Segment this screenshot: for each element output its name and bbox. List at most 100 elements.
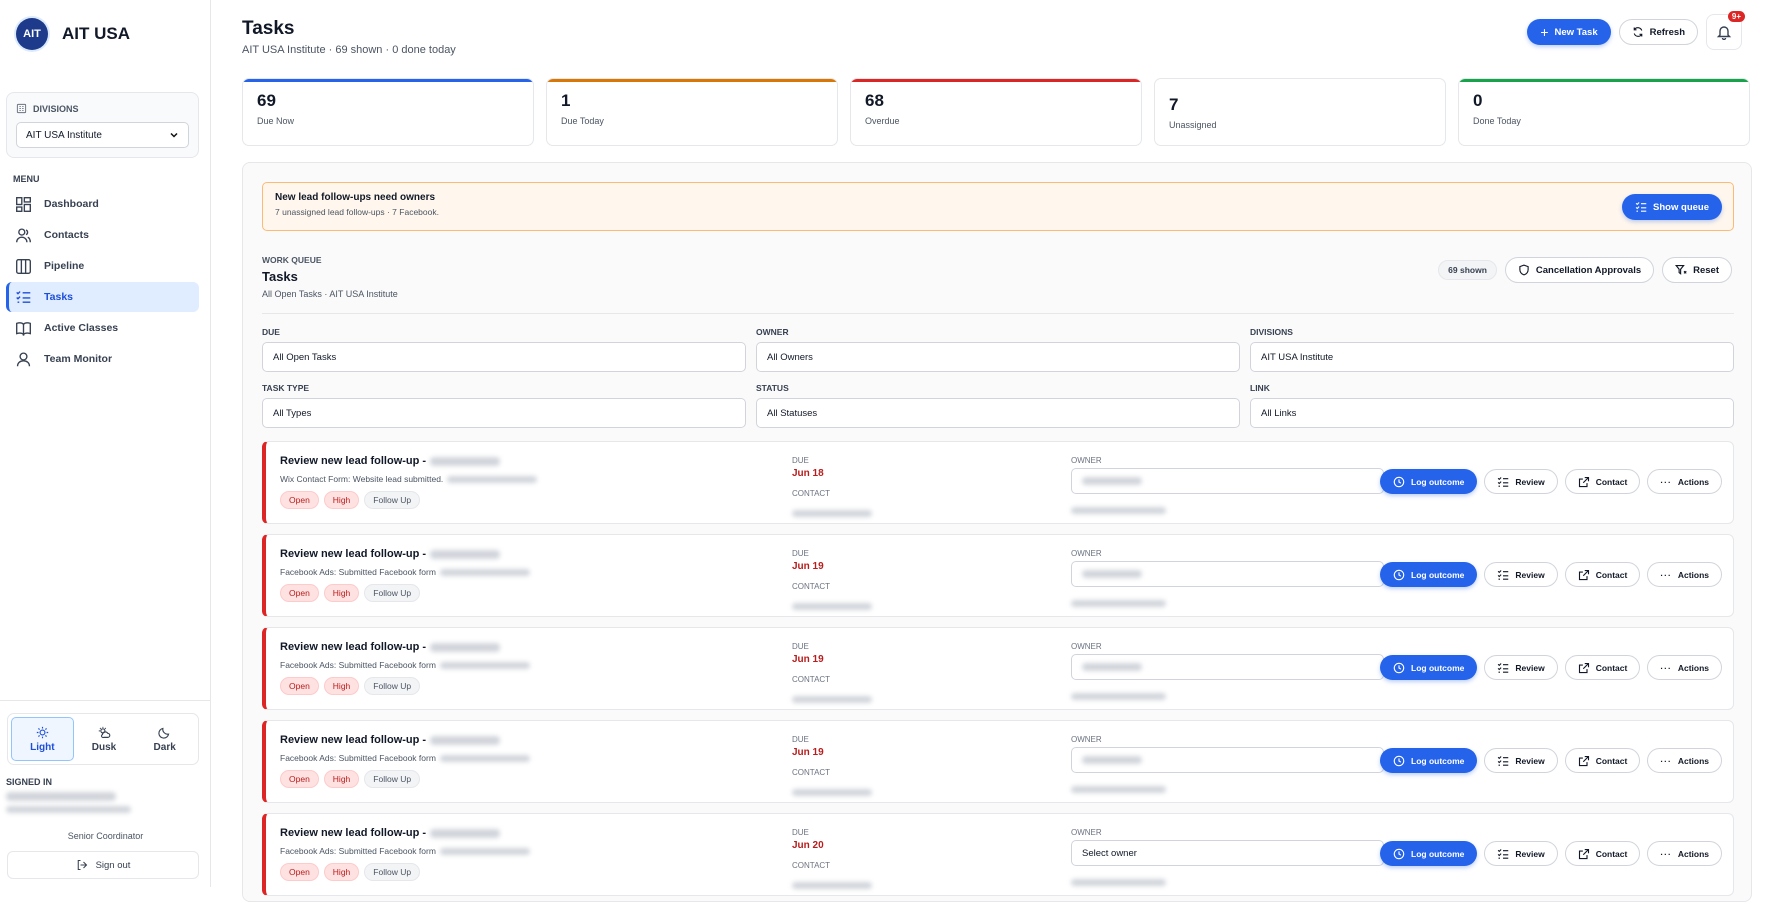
division-select[interactable]: AIT USA Institute (16, 122, 189, 148)
sidebar-item-pipeline[interactable]: Pipeline (6, 251, 199, 281)
contact-button-label: Contact (1595, 569, 1628, 580)
user-email-redacted (6, 806, 131, 813)
stat-label: Unassigned (1169, 120, 1217, 130)
contact-button[interactable]: Contact (1564, 841, 1641, 866)
review-button[interactable]: Review (1484, 562, 1558, 587)
log-outcome-label: Log outcome (1411, 569, 1465, 580)
contact-button[interactable]: Contact (1564, 562, 1641, 587)
show-queue-button[interactable]: Show queue (1622, 194, 1722, 220)
task-title[interactable]: Review new lead follow-up - (280, 827, 501, 839)
stat-overdue[interactable]: 68 Overdue (850, 78, 1142, 146)
sidebar-item-team-monitor[interactable]: Team Monitor (6, 344, 199, 374)
log-outcome-button[interactable]: Log outcome (1380, 562, 1478, 587)
actions-button[interactable]: ··· Actions (1647, 748, 1722, 773)
clock-icon (1393, 755, 1405, 766)
actions-button[interactable]: ··· Actions (1647, 469, 1722, 494)
task-title[interactable]: Review new lead follow-up - (280, 641, 501, 653)
owner-select[interactable]: Select owner (1071, 840, 1384, 866)
priority-badge: High (323, 770, 360, 788)
due-select[interactable]: All Open Tasks (262, 342, 746, 372)
actions-button[interactable]: ··· Actions (1647, 841, 1722, 866)
sign-out-button[interactable]: Sign out (7, 851, 199, 879)
signed-in-section: SIGNED IN (6, 777, 131, 815)
divisions-select[interactable]: AIT USA Institute (1250, 342, 1734, 372)
review-button[interactable]: Review (1484, 469, 1558, 494)
task-description-text: Wix Contact Form: Website lead submitted… (280, 474, 444, 484)
review-button[interactable]: Review (1484, 841, 1558, 866)
sidebar-item-label: Active Classes (44, 322, 119, 334)
stat-due-today[interactable]: 1 Due Today (546, 78, 838, 146)
actions-button[interactable]: ··· Actions (1647, 655, 1722, 680)
divisions-label: DIVISIONS (16, 103, 189, 114)
due-label: DUE (792, 549, 809, 558)
contact-redacted (792, 882, 872, 889)
task-tags: Open High Follow Up (280, 863, 421, 881)
sidebar-item-contacts[interactable]: Contacts (6, 220, 199, 250)
sidebar-item-active-classes[interactable]: Active Classes (6, 313, 199, 343)
contact-label: CONTACT (792, 582, 831, 591)
task-card: Review new lead follow-up - Facebook Ads… (262, 534, 1734, 617)
owner-redacted (1082, 663, 1142, 671)
theme-dusk-button[interactable]: Dusk (74, 717, 135, 761)
task-actions: Log outcome Review Contact ··· Actions (1380, 655, 1722, 680)
contact-button[interactable]: Contact (1564, 655, 1641, 680)
theme-light-button[interactable]: Light (11, 717, 74, 761)
stat-done-today[interactable]: 0 Done Today (1458, 78, 1750, 146)
due-label: DUE (792, 642, 809, 651)
task-list: Review new lead follow-up - Wix Contact … (262, 441, 1734, 906)
sidebar-item-label: Dashboard (44, 198, 99, 210)
task-type-select[interactable]: All Types (262, 398, 746, 428)
theme-switcher: Light Dusk Dark (7, 713, 199, 765)
owner-select[interactable] (1071, 468, 1384, 494)
stat-due-now[interactable]: 69 Due Now (242, 78, 534, 146)
status-select[interactable]: All Statuses (756, 398, 1240, 428)
lead-name-redacted (430, 456, 501, 466)
owner-select[interactable]: All Owners (756, 342, 1240, 372)
link-select[interactable]: All Links (1250, 398, 1734, 428)
cancellation-approvals-button[interactable]: Cancellation Approvals (1504, 257, 1655, 283)
sidebar-item-dashboard[interactable]: Dashboard (6, 189, 199, 219)
reset-label: Reset (1693, 264, 1719, 276)
contact-button[interactable]: Contact (1564, 748, 1641, 773)
review-button[interactable]: Review (1484, 655, 1558, 680)
owner-select[interactable] (1071, 654, 1384, 680)
reset-filters-button[interactable]: Reset (1662, 257, 1732, 283)
actions-button[interactable]: ··· Actions (1647, 562, 1722, 587)
new-task-button[interactable]: + New Task (1527, 19, 1611, 45)
stats-row: 69 Due Now 1 Due Today 68 Overdue 7 Unas… (242, 78, 1750, 146)
actions-label: Actions (1677, 662, 1709, 673)
notification-badge: 9+ (1727, 11, 1745, 22)
filter-label: DUE (262, 327, 280, 337)
owner-select[interactable] (1071, 561, 1384, 587)
due-date: Jun 20 (792, 840, 824, 851)
task-tags: Open High Follow Up (280, 770, 421, 788)
task-title[interactable]: Review new lead follow-up - (280, 734, 501, 746)
contact-button[interactable]: Contact (1564, 469, 1641, 494)
brand[interactable]: AIT AIT USA (16, 18, 130, 50)
owner-redacted (1082, 477, 1142, 485)
log-outcome-button[interactable]: Log outcome (1380, 748, 1478, 773)
owner-select[interactable] (1071, 747, 1384, 773)
log-outcome-button[interactable]: Log outcome (1380, 469, 1478, 494)
log-outcome-button[interactable]: Log outcome (1380, 841, 1478, 866)
due-date: Jun 18 (792, 468, 824, 479)
more-horizontal-icon: ··· (1660, 476, 1672, 487)
theme-dark-button[interactable]: Dark (134, 717, 195, 761)
stat-unassigned[interactable]: 7 Unassigned (1154, 78, 1446, 146)
actions-label: Actions (1677, 755, 1709, 766)
sidebar: AIT AIT USA DIVISIONS AIT USA Institute … (0, 0, 211, 887)
filter-label: STATUS (756, 383, 789, 393)
stat-label: Due Now (257, 116, 295, 126)
status-badge: Open (280, 863, 319, 881)
notifications-button[interactable]: 9+ (1706, 11, 1745, 50)
sidebar-item-tasks[interactable]: Tasks (6, 282, 199, 312)
task-tags: Open High Follow Up (280, 491, 421, 509)
review-button[interactable]: Review (1484, 748, 1558, 773)
refresh-button[interactable]: Refresh (1618, 19, 1698, 45)
task-title[interactable]: Review new lead follow-up - (280, 548, 501, 560)
task-title[interactable]: Review new lead follow-up - (280, 455, 501, 467)
owner-info-redacted (1071, 879, 1166, 886)
user-icon (16, 351, 31, 366)
log-outcome-button[interactable]: Log outcome (1380, 655, 1478, 680)
owner-info-redacted (1071, 786, 1166, 793)
